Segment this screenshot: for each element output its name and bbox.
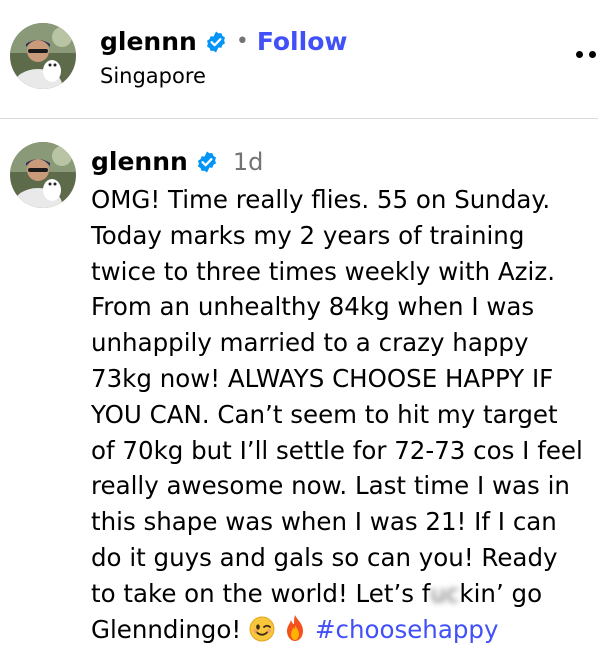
caption-line: unhappily married to a crazy happy xyxy=(91,328,529,358)
caption-line: this shape was when I was 21! If I can xyxy=(91,507,557,537)
winking-face-emoji xyxy=(249,616,275,642)
avatar-photo xyxy=(10,142,76,208)
caption-text-segment: Glenndingo! xyxy=(91,614,249,644)
caption-header: glennn 1d xyxy=(91,144,263,180)
caption-line: to take on the world! Let’s fuckin’ go xyxy=(91,576,591,612)
caption-line: Glenndingo! #choosehappy xyxy=(91,612,591,648)
follow-button[interactable]: Follow xyxy=(257,24,348,60)
caption-line: OMG! Time really flies. 55 on Sunday. xyxy=(91,185,551,214)
verified-badge-icon xyxy=(195,150,219,174)
more-options-icon[interactable] xyxy=(576,48,598,62)
caption-text-segment: kin’ go xyxy=(459,578,543,608)
post-header: glennn • Follow Singapore xyxy=(0,0,598,119)
fire-emoji xyxy=(283,614,307,642)
caption-line: YOU CAN. Can’t seem to hit my target xyxy=(91,399,558,429)
location-label[interactable]: Singapore xyxy=(100,62,206,90)
redacted-text: uc xyxy=(430,578,460,608)
caption-line: Today marks my 2 years of training xyxy=(91,220,525,250)
caption-line: 73kg now! ALWAYS CHOOSE HAPPY IF xyxy=(91,363,554,393)
caption-text-segment: to take on the world! Let’s f xyxy=(91,578,431,608)
separator-dot: • xyxy=(235,29,249,54)
verified-badge-icon xyxy=(204,30,228,54)
caption-line: twice to three times weekly with Aziz. xyxy=(91,256,555,286)
avatar-photo xyxy=(10,23,76,89)
caption-line: do it guys and gals so can you! Ready xyxy=(91,542,558,572)
caption-text: OMG! Time really flies. 55 on Sunday. To… xyxy=(91,182,591,647)
hashtag-link[interactable]: #choosehappy xyxy=(315,615,499,644)
caption-username[interactable]: glennn xyxy=(91,144,188,180)
post-timestamp[interactable]: 1d xyxy=(233,144,264,180)
avatar[interactable] xyxy=(10,23,76,89)
caption-line: From an unhealthy 84kg when I was xyxy=(91,292,535,322)
header-username[interactable]: glennn xyxy=(100,24,197,60)
caption-line: really awesome now. Last time I was in xyxy=(91,471,570,501)
commenter-avatar[interactable] xyxy=(10,142,76,208)
caption-line: of 70kg but I’ll settle for 72-73 cos I … xyxy=(91,435,583,465)
